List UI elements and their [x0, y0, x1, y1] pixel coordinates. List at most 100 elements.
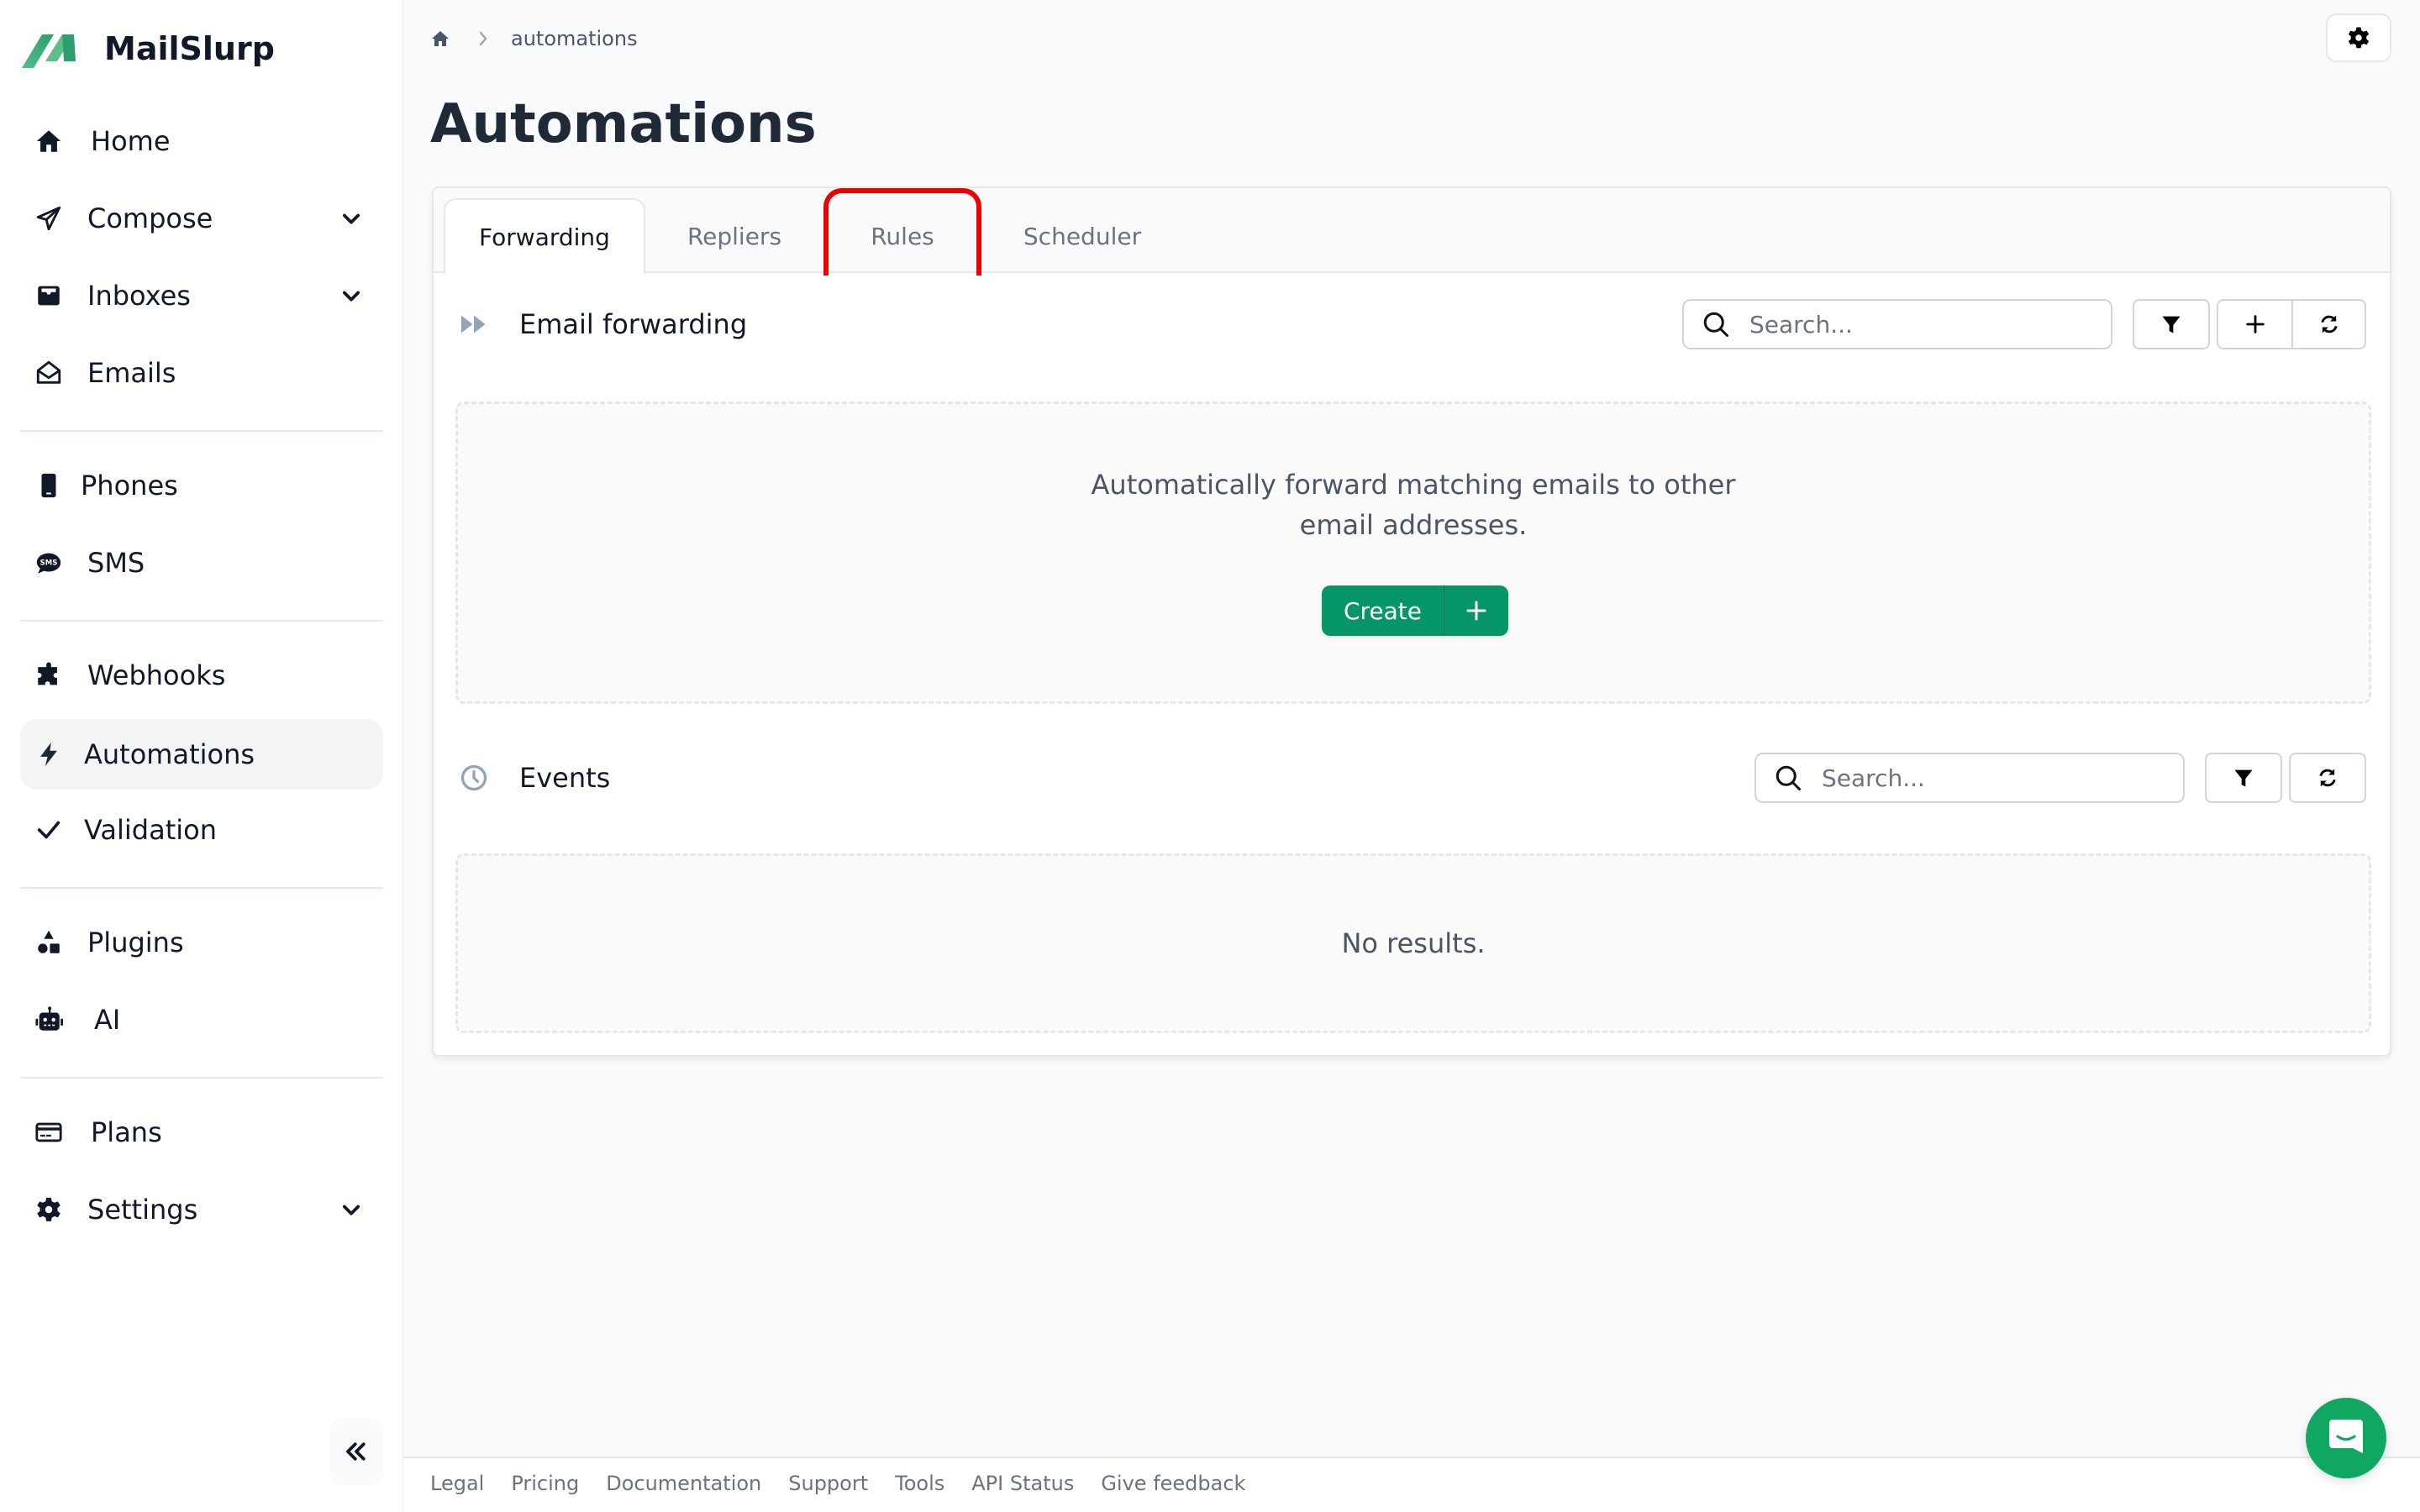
footer: Legal Pricing Documentation Support Tool…: [403, 1457, 2420, 1512]
sidebar-item-label: Plugins: [87, 927, 184, 958]
gear-icon: [32, 1193, 66, 1226]
chat-launcher-button[interactable]: [2306, 1398, 2386, 1478]
create-plus-button[interactable]: [1444, 585, 1508, 636]
sidebar-divider: [20, 1077, 383, 1079]
search-icon: [1703, 312, 1728, 337]
create-forwarder-button[interactable]: Create: [1322, 585, 1508, 636]
forwarding-add-button[interactable]: [2218, 301, 2291, 348]
sidebar-item-plans[interactable]: Plans: [20, 1097, 383, 1168]
sidebar-item-ai[interactable]: AI: [20, 984, 383, 1055]
events-filter-button[interactable]: [2205, 753, 2282, 803]
sidebar-item-label: Home: [91, 125, 171, 157]
tab-forwarding[interactable]: Forwarding: [444, 198, 645, 275]
chat-icon: [2329, 1420, 2363, 1453]
forwarding-empty-text: Automatically forward matching emails to…: [1091, 469, 1736, 541]
chevron-right-icon: [479, 31, 487, 46]
tab-rules[interactable]: Rules: [829, 198, 976, 275]
bolt-icon: [32, 738, 66, 771]
refresh-icon: [2319, 769, 2336, 787]
section-title: Events: [519, 762, 611, 794]
page-settings-button[interactable]: [2326, 13, 2391, 62]
events-empty-state: No results.: [455, 853, 2371, 1033]
sidebar-item-emails[interactable]: Emails: [20, 338, 383, 408]
footer-link-documentation[interactable]: Documentation: [606, 1472, 761, 1495]
sidebar-item-label: Plans: [91, 1116, 162, 1148]
phone-icon: [32, 469, 66, 502]
footer-link-pricing[interactable]: Pricing: [511, 1472, 579, 1495]
credit-card-icon: [32, 1116, 66, 1149]
clock-icon: [460, 764, 487, 791]
forwarding-action-group: [2217, 299, 2366, 349]
sidebar-item-sms[interactable]: SMS SMS: [20, 528, 383, 598]
chevron-down-icon[interactable]: [339, 207, 363, 230]
section-title: Email forwarding: [519, 308, 748, 340]
sidebar-item-label: Compose: [87, 202, 213, 234]
tab-repliers[interactable]: Repliers: [659, 198, 810, 275]
create-button-label[interactable]: Create: [1322, 585, 1444, 636]
footer-links: Legal Pricing Documentation Support Tool…: [430, 1472, 1245, 1495]
sms-icon: SMS: [32, 546, 66, 580]
tab-scheduler[interactable]: Scheduler: [993, 198, 1171, 275]
sidebar-divider: [20, 887, 383, 889]
sidebar: MailSlurp Home Compose Inboxes Emails Ph…: [0, 0, 403, 1512]
home-icon: [32, 124, 66, 158]
plus-icon: [2245, 315, 2265, 333]
forwarding-search-input[interactable]: [1749, 307, 2101, 341]
footer-link-tools[interactable]: Tools: [895, 1472, 944, 1495]
sidebar-item-label: Inboxes: [87, 280, 191, 312]
breadcrumb-item[interactable]: automations: [511, 27, 638, 50]
refresh-icon: [2320, 315, 2338, 333]
filter-icon: [2162, 316, 2181, 333]
sidebar-item-home[interactable]: Home: [20, 106, 383, 176]
chevron-down-icon[interactable]: [339, 1198, 363, 1221]
envelope-open-icon: [32, 356, 66, 390]
mailslurp-logo-icon: [22, 34, 76, 68]
forwarding-header: Email forwarding: [459, 299, 747, 349]
inbox-icon: [32, 279, 66, 312]
sidebar-item-compose[interactable]: Compose: [20, 183, 383, 254]
forwarding-empty-state: Automatically forward matching emails to…: [455, 402, 2371, 704]
events-empty-text: No results.: [1341, 927, 1486, 959]
events-refresh-button[interactable]: [2289, 753, 2366, 803]
sidebar-item-label: Phones: [81, 470, 178, 501]
gear-icon: [2348, 27, 2370, 49]
double-chevron-left-icon: [346, 1442, 366, 1461]
puzzle-icon: [32, 659, 66, 692]
logo[interactable]: MailSlurp: [20, 25, 275, 72]
sidebar-item-plugins[interactable]: Plugins: [20, 907, 383, 978]
search-icon: [1776, 765, 1801, 790]
collapse-sidebar-button[interactable]: [329, 1418, 383, 1485]
forward-icon: [461, 315, 486, 333]
automations-card: Forwarding Repliers Rules Scheduler Emai…: [432, 186, 2391, 1057]
breadcrumb: automations: [430, 24, 638, 54]
sidebar-item-settings[interactable]: Settings: [20, 1174, 383, 1245]
sidebar-item-automations[interactable]: Automations: [20, 719, 383, 790]
forwarding-refresh-button[interactable]: [2291, 301, 2365, 348]
shapes-icon: [32, 926, 66, 959]
paper-plane-icon: [32, 202, 66, 235]
sidebar-item-webhooks[interactable]: Webhooks: [20, 640, 383, 711]
footer-link-support[interactable]: Support: [788, 1472, 868, 1495]
sidebar-item-label: Validation: [84, 814, 218, 846]
sidebar-item-label: Automations: [84, 738, 255, 770]
page-title: Automations: [430, 93, 817, 155]
sidebar-item-label: SMS: [87, 547, 145, 579]
breadcrumb-home-icon[interactable]: [430, 29, 450, 49]
events-search[interactable]: [1754, 753, 2185, 803]
sidebar-item-label: Settings: [87, 1194, 198, 1226]
events-search-input[interactable]: [1822, 761, 2173, 795]
footer-link-api-status[interactable]: API Status: [971, 1472, 1074, 1495]
sidebar-divider: [20, 430, 383, 432]
forwarding-search[interactable]: [1682, 299, 2112, 349]
sidebar-item-label: Webhooks: [87, 659, 226, 691]
robot-icon: [32, 1003, 66, 1037]
plus-icon: [1466, 601, 1486, 621]
chevron-down-icon[interactable]: [339, 284, 363, 307]
events-header: Events: [459, 753, 610, 803]
footer-link-legal[interactable]: Legal: [430, 1472, 484, 1495]
forwarding-filter-button[interactable]: [2133, 299, 2210, 349]
sidebar-item-inboxes[interactable]: Inboxes: [20, 260, 383, 331]
footer-link-give-feedback[interactable]: Give feedback: [1101, 1472, 1245, 1495]
sidebar-item-phones[interactable]: Phones: [20, 450, 383, 521]
sidebar-item-validation[interactable]: Validation: [20, 795, 383, 865]
